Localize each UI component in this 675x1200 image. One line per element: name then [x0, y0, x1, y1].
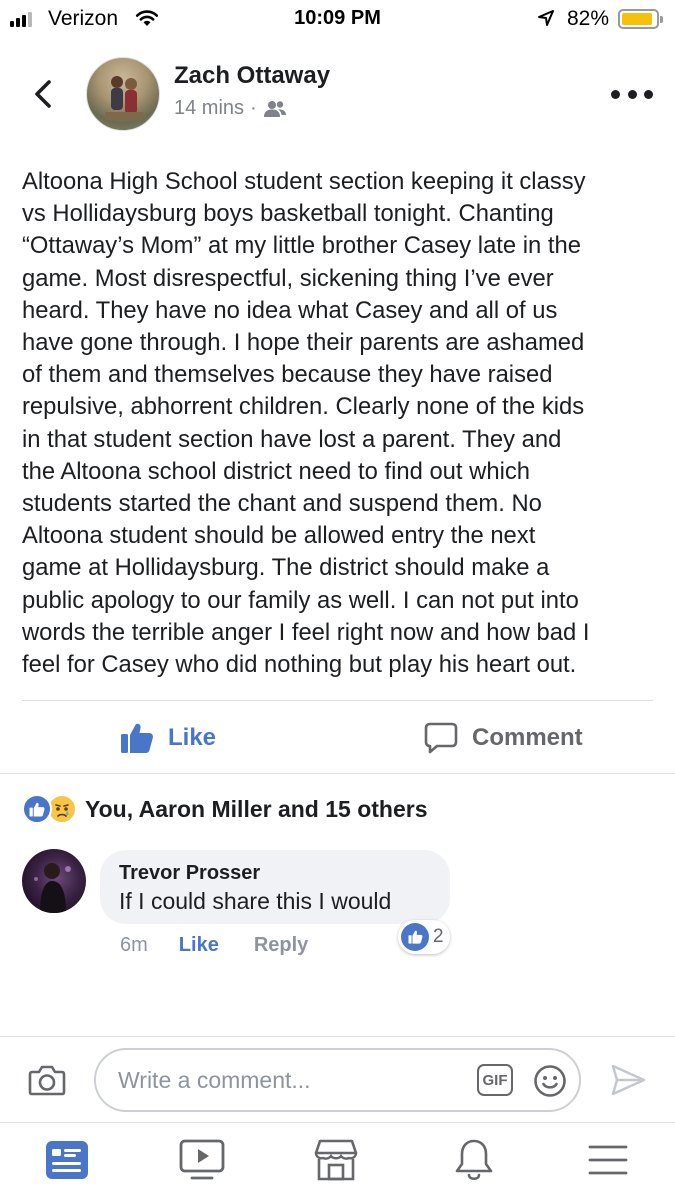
marketplace-icon — [314, 1139, 358, 1181]
meta-separator: · — [250, 97, 257, 119]
tab-marketplace[interactable] — [311, 1132, 361, 1188]
like-icon — [22, 794, 52, 824]
send-icon[interactable] — [608, 1060, 648, 1100]
tab-notifications[interactable] — [449, 1132, 499, 1188]
battery-percent: 82% — [567, 7, 610, 30]
divider — [22, 700, 653, 701]
menu-icon — [588, 1145, 628, 1175]
camera-icon[interactable] — [27, 1060, 67, 1100]
comment-bubble[interactable]: Trevor Prosser If I could share this I w… — [100, 850, 450, 924]
like-label: Like — [168, 724, 217, 751]
more-dot-icon — [627, 89, 637, 99]
reactions-summary[interactable]: You, Aaron Miller and 15 others — [22, 792, 428, 826]
tab-news-feed[interactable] — [42, 1132, 92, 1188]
post-body: Altoona High School student section keep… — [22, 168, 590, 679]
commenter-photo — [34, 863, 71, 913]
divider — [0, 1036, 675, 1037]
more-dot-icon — [611, 89, 620, 99]
battery-icon — [618, 9, 663, 29]
post-timestamp: 14 mins — [174, 97, 245, 119]
comment-input[interactable] — [116, 1062, 456, 1098]
thumbs-up-icon — [121, 723, 153, 753]
author-avatar[interactable] — [86, 57, 160, 131]
watch-icon — [179, 1139, 225, 1180]
comment-composer[interactable]: GIF — [94, 1048, 581, 1112]
comment-text: If I could share this I would — [119, 888, 392, 914]
reactions-summary-text: You, Aaron Miller and 15 others — [85, 795, 428, 822]
comment-label: Comment — [472, 724, 583, 751]
news-feed-icon — [46, 1141, 88, 1179]
chevron-left-icon — [35, 80, 51, 108]
comment-actions: 6m Like Reply — [120, 934, 308, 957]
comment-like-button[interactable]: Like — [179, 934, 219, 957]
comment-button[interactable]: Comment — [424, 716, 583, 760]
comment-reactions[interactable]: 2 — [398, 920, 450, 954]
tab-watch[interactable] — [177, 1132, 227, 1188]
comment-reply-button[interactable]: Reply — [254, 934, 308, 957]
post-author-name[interactable]: Zach Ottaway — [174, 62, 330, 90]
tab-bar-divider — [0, 1122, 675, 1123]
comment-author-name[interactable]: Trevor Prosser — [119, 861, 450, 885]
status-bar: Verizon 10:09 PM 82% — [0, 0, 675, 40]
more-options-button[interactable] — [611, 84, 653, 104]
commenter-avatar[interactable] — [22, 849, 86, 913]
comment-time: 6m — [120, 934, 148, 956]
post-meta: 14 mins · — [174, 97, 287, 120]
gif-button[interactable]: GIF — [477, 1064, 513, 1096]
friends-icon — [263, 100, 286, 117]
like-icon — [401, 923, 429, 951]
tab-menu[interactable] — [583, 1132, 633, 1188]
location-arrow-icon — [538, 10, 554, 26]
comment-reaction-count: 2 — [433, 926, 444, 947]
like-button[interactable]: Like — [120, 716, 216, 760]
comment-bubble-icon — [424, 722, 458, 754]
more-dot-icon — [644, 89, 653, 99]
divider — [0, 773, 675, 774]
emoji-icon[interactable] — [533, 1064, 567, 1098]
avatar-photo — [105, 76, 143, 120]
notifications-icon — [455, 1139, 493, 1181]
back-button[interactable] — [26, 72, 60, 116]
